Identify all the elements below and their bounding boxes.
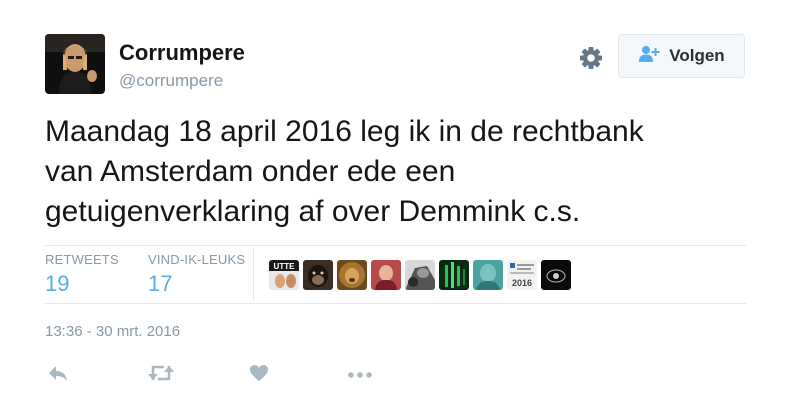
follow-button[interactable]: Volgen — [618, 34, 745, 78]
likes-label: VIND-IK-LEUKS — [148, 252, 246, 267]
avatar[interactable] — [45, 34, 105, 94]
like-button[interactable] — [249, 362, 269, 388]
likers-list: UTTE 2016 — [269, 260, 571, 290]
liker-avatar-bw[interactable] — [405, 260, 435, 290]
liker-avatar-utte[interactable]: UTTE — [269, 260, 299, 290]
liker-avatar-lion[interactable] — [337, 260, 367, 290]
likes-count[interactable]: 17 — [148, 271, 245, 297]
retweet-icon — [147, 363, 175, 388]
gear-icon[interactable] — [578, 45, 604, 71]
follow-label: Volgen — [669, 46, 725, 65]
reply-icon — [47, 363, 69, 388]
divider — [45, 245, 746, 246]
likes-stat[interactable]: VIND-IK-LEUKS 17 — [148, 252, 245, 297]
liker-avatar-portrait[interactable] — [371, 260, 401, 290]
divider — [45, 303, 746, 304]
liker-avatar-dark[interactable] — [541, 260, 571, 290]
retweets-label: RETWEETS — [45, 252, 119, 267]
user-handle[interactable]: @corrumpere — [119, 71, 223, 91]
more-button[interactable] — [347, 362, 373, 388]
tweet-text: Maandag 18 april 2016 leg ik in de recht… — [45, 115, 644, 228]
liker-avatar-green[interactable] — [439, 260, 469, 290]
liker-text: UTTE — [274, 262, 296, 271]
user-name[interactable]: Corrumpere — [119, 40, 245, 66]
retweets-stat[interactable]: RETWEETS 19 — [45, 252, 119, 297]
retweets-count[interactable]: 19 — [45, 271, 119, 297]
tweet-actions — [0, 362, 793, 388]
add-user-icon — [638, 45, 660, 68]
liker-avatar-2016[interactable]: 2016 — [507, 260, 537, 290]
like-icon — [249, 364, 269, 387]
liker-text: 2016 — [512, 278, 532, 288]
liker-avatar-chimp[interactable] — [303, 260, 333, 290]
more-icon — [347, 366, 373, 384]
tweet-timestamp[interactable]: 13:36 - 30 mrt. 2016 — [45, 323, 180, 340]
divider — [253, 249, 254, 300]
retweet-button[interactable] — [147, 362, 175, 388]
liker-avatar-teal[interactable] — [473, 260, 503, 290]
reply-button[interactable] — [47, 362, 69, 388]
